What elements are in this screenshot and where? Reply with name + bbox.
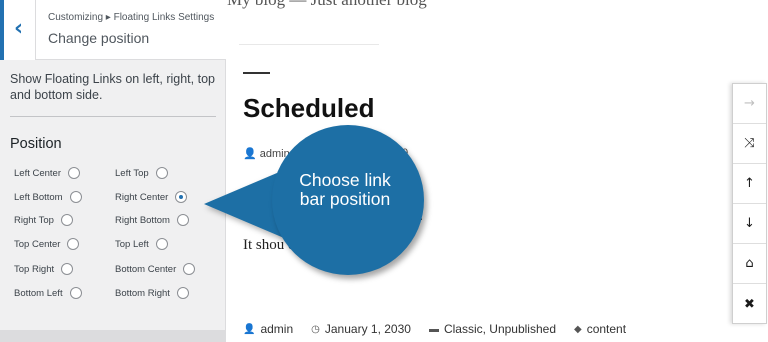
option-bottom-right[interactable]: Bottom Right: [115, 286, 189, 300]
post-meta-top: 👤 admin 0: [243, 147, 408, 160]
option-label: Right Bottom: [115, 214, 170, 226]
option-top-center[interactable]: Top Center: [14, 237, 80, 251]
option-label: Right Center: [115, 191, 169, 203]
meta-tag-item: ◆ content: [574, 322, 626, 336]
radio-top-left[interactable]: [155, 238, 168, 250]
shuffle-icon[interactable]: ⤨: [733, 124, 766, 164]
post-title[interactable]: Scheduled: [243, 93, 374, 124]
option-top-right[interactable]: Top Right: [14, 262, 74, 276]
radio-bottom-center[interactable]: [183, 263, 196, 275]
panel-description: Show Floating Links on left, right, top …: [10, 72, 215, 102]
option-label: Bottom Right: [115, 287, 170, 299]
floating-links-bar: → ⤨ ↑ ↓ ⌂ ✖: [732, 83, 767, 324]
radio-right-center[interactable]: [175, 191, 188, 203]
radio-left-center[interactable]: [68, 167, 80, 179]
meta-categories-item: ▬ Classic, Unpublished: [429, 322, 556, 336]
option-bottom-left[interactable]: Bottom Left: [14, 286, 82, 300]
author-icon: 👤: [243, 148, 257, 160]
option-right-center[interactable]: Right Center: [115, 190, 188, 204]
option-label: Top Center: [14, 238, 61, 250]
radio-right-top[interactable]: [60, 214, 73, 226]
customizer-header: ‹ Customizing ▸ Floating Links Settings …: [0, 0, 226, 60]
site-title[interactable]: My blog — Just another blog: [227, 0, 427, 10]
radio-right-bottom[interactable]: [176, 214, 189, 226]
radio-top-right[interactable]: [61, 263, 74, 275]
option-label: Bottom Left: [14, 287, 63, 299]
radio-bottom-right[interactable]: [176, 287, 189, 299]
close-icon[interactable]: ✖: [733, 284, 766, 324]
option-left-bottom[interactable]: Left Bottom: [14, 190, 82, 204]
radio-top-center[interactable]: [67, 238, 80, 250]
post-meta-bottom: 👤 admin ◷ January 1, 2030 ▬ Classic, Unpubl…: [243, 322, 626, 336]
customizer-sidebar: ‹ Customizing ▸ Floating Links Settings …: [0, 0, 226, 342]
option-right-top[interactable]: Right Top: [14, 213, 73, 227]
option-label: Right Top: [14, 214, 54, 226]
meta-date[interactable]: January 1, 2030: [325, 322, 411, 336]
radio-left-bottom[interactable]: [69, 191, 82, 203]
sidebar-footer: [0, 330, 226, 342]
folder-icon: ▬: [428, 323, 439, 335]
author-icon: 👤: [243, 323, 256, 335]
option-label: Top Right: [14, 263, 55, 275]
option-label: Left Bottom: [14, 191, 63, 203]
breadcrumb: Customizing ▸ Floating Links Settings: [48, 12, 215, 23]
option-left-center[interactable]: Left Center: [14, 166, 80, 180]
callout-text: Choose link bar position: [299, 170, 391, 209]
meta-categories[interactable]: Classic, Unpublished: [444, 322, 556, 336]
arrow-right-icon[interactable]: →: [733, 84, 766, 124]
meta-date-item: ◷ January 1, 2030: [311, 322, 411, 336]
meta-tag[interactable]: content: [587, 322, 626, 336]
chevron-left-icon: ‹: [14, 16, 24, 41]
back-button[interactable]: ‹: [0, 0, 36, 60]
option-top-left[interactable]: Top Left: [115, 237, 168, 251]
title-rule: [243, 72, 270, 74]
divider: [10, 116, 216, 117]
radio-left-top[interactable]: [155, 167, 168, 179]
home-icon[interactable]: ⌂: [733, 244, 766, 284]
tag-icon: ◆: [574, 323, 582, 335]
option-bottom-center[interactable]: Bottom Center: [115, 262, 196, 276]
position-heading: Position: [10, 136, 62, 152]
nav-divider: [239, 44, 379, 45]
option-left-top[interactable]: Left Top: [115, 166, 168, 180]
clock-icon: ◷: [311, 323, 320, 335]
arrow-up-icon[interactable]: ↑: [733, 164, 766, 204]
arrow-down-icon[interactable]: ↓: [733, 204, 766, 244]
option-label: Top Left: [115, 238, 149, 250]
panel-title: Change position: [48, 30, 150, 46]
option-label: Bottom Center: [115, 263, 177, 275]
option-right-bottom[interactable]: Right Bottom: [115, 213, 189, 227]
meta-author-item: 👤 admin: [243, 322, 293, 336]
meta-author[interactable]: admin: [260, 322, 293, 336]
option-label: Left Top: [115, 167, 149, 179]
option-label: Left Center: [14, 167, 61, 179]
radio-bottom-left[interactable]: [69, 287, 82, 299]
